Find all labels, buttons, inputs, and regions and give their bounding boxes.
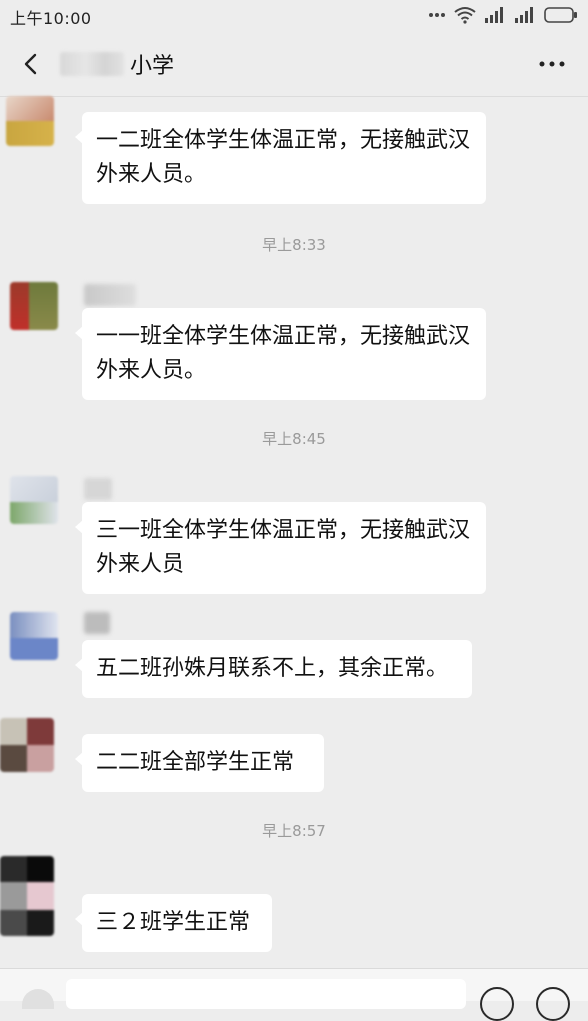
sender-name (84, 478, 112, 500)
timestamp: 早上8:57 (262, 822, 326, 840)
sender-name (84, 612, 110, 634)
title-bar: 小学 (0, 32, 588, 97)
message-text: 一一班全体学生体温正常，无接触武汉外来人员。 (96, 324, 471, 383)
timestamp: 早上8:33 (262, 236, 326, 254)
add-icon[interactable] (536, 987, 570, 1021)
more-button[interactable] (534, 50, 570, 78)
message-text: 二二班全部学生正常 (96, 750, 295, 775)
back-button[interactable] (12, 46, 48, 82)
message-text: 一二班全体学生体温正常，无接触武汉外来人员。 (96, 128, 471, 187)
wifi-icon (454, 7, 476, 24)
avatar[interactable] (0, 718, 54, 772)
message-bubble[interactable]: 三２班学生正常 (75, 894, 272, 952)
status-icons (428, 6, 578, 24)
more-dots-icon (429, 13, 445, 17)
avatar[interactable] (0, 856, 54, 936)
title-redaction (60, 52, 124, 76)
chevron-left-icon (24, 53, 37, 75)
message-bubble[interactable]: 二二班全部学生正常 (75, 734, 324, 792)
page-title: 小学 (130, 54, 175, 79)
status-time: 上午10:00 (10, 9, 92, 28)
message-bubble[interactable]: 五二班孙姝月联系不上，其余正常。 (75, 640, 472, 698)
more-dots-icon (539, 61, 565, 67)
message-bubble[interactable]: 三一班全体学生体温正常，无接触武汉外来人员 (75, 502, 486, 594)
message-text: 三一班全体学生体温正常，无接触武汉外来人员 (96, 518, 471, 577)
avatar[interactable] (10, 476, 58, 524)
message-text: 五二班孙姝月联系不上，其余正常。 (96, 656, 449, 681)
status-bar: 上午10:00 (0, 0, 588, 32)
input-bar (0, 968, 588, 1021)
timestamp: 早上8:45 (262, 430, 326, 448)
avatar[interactable] (10, 282, 58, 330)
avatar[interactable] (10, 612, 58, 660)
message-bubble[interactable]: 一二班全体学生体温正常，无接触武汉外来人员。 (75, 112, 486, 204)
message-bubble[interactable]: 一一班全体学生体温正常，无接触武汉外来人员。 (75, 308, 486, 400)
voice-icon[interactable] (22, 989, 54, 1009)
signal-icon-2 (515, 7, 533, 23)
message-text: 三２班学生正常 (96, 910, 251, 935)
chat-title: 小学 (60, 48, 174, 80)
battery-icon (544, 7, 577, 23)
sender-name (84, 284, 136, 306)
message-input[interactable] (66, 979, 466, 1009)
avatar[interactable] (6, 96, 54, 146)
emoji-icon[interactable] (480, 987, 514, 1021)
signal-icon (485, 7, 503, 23)
